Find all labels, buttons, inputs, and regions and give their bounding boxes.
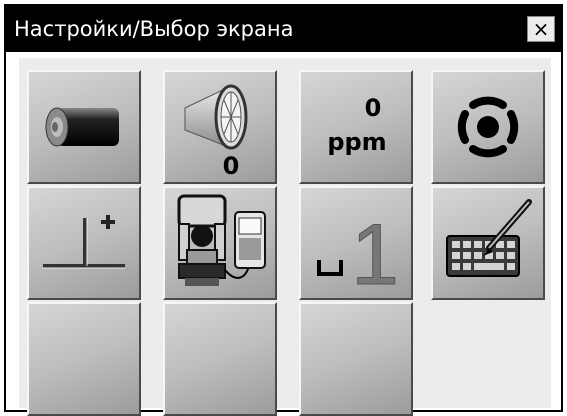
title-bar: Настройки/Выбор экрана × xyxy=(6,6,561,52)
empty-button-3[interactable] xyxy=(299,302,413,416)
window-title: Настройки/Выбор экрана xyxy=(14,17,294,41)
prism-icon: 0 xyxy=(184,84,248,180)
empty-button-1[interactable] xyxy=(27,302,141,416)
laser-pointer-button[interactable] xyxy=(431,70,545,184)
ppm-value: 0 xyxy=(365,94,382,122)
target-icon xyxy=(457,96,519,158)
empty-button-2[interactable] xyxy=(163,302,277,416)
step-value: 1 xyxy=(351,207,399,298)
screen-selection-grid: 0 0 ppm 1 xyxy=(19,58,551,416)
ppm-unit-label: ppm xyxy=(327,128,386,156)
battery-button[interactable] xyxy=(27,70,141,184)
keyboard-pen-icon xyxy=(446,199,532,277)
keyboard-pen-button[interactable] xyxy=(431,186,545,300)
height-offset-icon xyxy=(43,215,125,269)
height-offset-button[interactable] xyxy=(27,186,141,300)
settings-dialog: Настройки/Выбор экрана × 0 0 ppm 1 xyxy=(4,4,563,416)
ppm-button[interactable]: 0 ppm xyxy=(299,70,413,184)
instrument-controller-button[interactable] xyxy=(163,186,277,300)
total-station-icon xyxy=(177,194,266,286)
step-one-button[interactable]: 1 xyxy=(299,186,413,300)
prism-constant-value: 0 xyxy=(223,152,240,180)
battery-icon xyxy=(45,107,119,147)
prism-constant-button[interactable]: 0 xyxy=(163,70,277,184)
close-button[interactable]: × xyxy=(527,16,555,42)
ppm-icon: 0 ppm xyxy=(327,94,386,156)
step-icon: 1 xyxy=(317,207,399,298)
